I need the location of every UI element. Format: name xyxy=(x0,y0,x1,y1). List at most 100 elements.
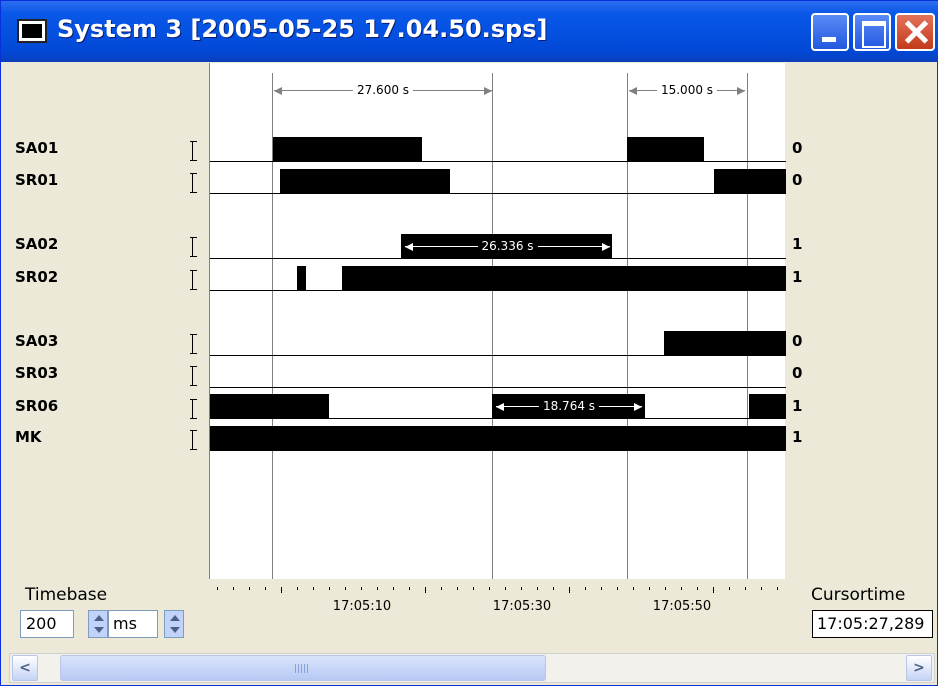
cursor-line[interactable] xyxy=(747,73,748,579)
signal-pulse xyxy=(749,394,786,418)
time-axis-tick xyxy=(745,587,746,590)
time-axis-tick xyxy=(649,587,650,590)
title-bar[interactable]: System 3 [2005-05-25 17.04.50.sps] xyxy=(1,1,938,62)
signal-label: SA03 xyxy=(15,332,59,350)
scroll-right-button[interactable]: > xyxy=(906,655,932,681)
signal-bracket xyxy=(190,366,199,386)
time-axis-tick xyxy=(681,587,682,590)
signal-label: SR02 xyxy=(15,268,59,286)
time-axis-label: 17:05:10 xyxy=(332,599,392,614)
time-axis-tick xyxy=(249,587,250,590)
time-axis-label: 17:05:50 xyxy=(652,599,712,614)
time-axis-tick xyxy=(473,587,474,590)
time-axis-tick xyxy=(457,587,458,590)
signal-pulse xyxy=(210,394,329,418)
time-axis-tick xyxy=(713,587,714,593)
signal-label: SA02 xyxy=(15,235,59,253)
time-axis-tick xyxy=(633,587,634,590)
time-axis-tick xyxy=(537,587,538,590)
time-axis: 17:05:10 17:05:30 17:05:50 xyxy=(209,579,785,619)
signal-value: 0 xyxy=(792,332,803,350)
minimize-button[interactable] xyxy=(811,13,849,51)
signal-pulse xyxy=(627,137,704,161)
signal-baseline xyxy=(210,355,786,356)
cursortime-value: 17:05:27,289 xyxy=(812,610,933,638)
time-axis-tick xyxy=(425,587,426,593)
time-axis-tick xyxy=(233,587,234,590)
time-axis-tick xyxy=(345,587,346,590)
timing-diagram[interactable]: 27.600 s 15.000 s 26.336 s 18.764 s xyxy=(209,63,786,579)
signal-baseline xyxy=(210,387,786,388)
signal-label: SA01 xyxy=(15,139,59,157)
cursortime-label: Cursortime xyxy=(811,585,906,605)
time-axis-tick xyxy=(553,587,554,590)
time-measurement: 27.600 s xyxy=(274,83,492,97)
signal-baseline xyxy=(210,418,786,419)
time-axis-tick xyxy=(441,587,442,590)
time-axis-tick xyxy=(697,587,698,590)
time-axis-tick xyxy=(361,587,362,590)
time-measurement: 26.336 s xyxy=(405,239,610,253)
time-axis-tick xyxy=(521,587,522,590)
grip-icon xyxy=(295,664,309,673)
timebase-input[interactable]: 200 xyxy=(20,610,74,638)
signal-bracket xyxy=(190,334,199,354)
time-axis-tick xyxy=(265,587,266,590)
time-axis-tick xyxy=(761,587,762,590)
signal-pulse xyxy=(342,266,786,290)
signal-value: 0 xyxy=(792,171,803,189)
time-axis-tick xyxy=(729,587,730,590)
unit-spinner[interactable] xyxy=(164,610,184,638)
close-button[interactable] xyxy=(895,13,935,51)
signal-pulse xyxy=(273,137,422,161)
maximize-button[interactable] xyxy=(853,13,891,51)
signal-bracket xyxy=(190,430,199,450)
signal-value: 1 xyxy=(792,235,803,253)
time-axis-label: 17:05:30 xyxy=(492,599,552,614)
time-measurement: 18.764 s xyxy=(496,399,642,413)
time-axis-tick xyxy=(601,587,602,590)
signal-value: 0 xyxy=(792,139,803,157)
time-axis-tick xyxy=(617,587,618,590)
scroll-thumb[interactable] xyxy=(60,655,546,681)
timebase-spinner[interactable] xyxy=(88,610,108,638)
signal-value: 1 xyxy=(792,428,803,446)
signal-pulse xyxy=(210,426,786,451)
scroll-left-button[interactable]: < xyxy=(12,655,38,681)
signal-pulse xyxy=(664,331,786,355)
signal-pulse xyxy=(297,266,306,290)
signal-value: 0 xyxy=(792,364,803,382)
signal-bracket xyxy=(190,399,199,419)
signal-pulse xyxy=(280,169,450,193)
timebase-label: Timebase xyxy=(25,585,108,605)
signal-label: SR01 xyxy=(15,171,59,189)
horizontal-scrollbar[interactable]: < > xyxy=(9,653,935,683)
time-axis-tick xyxy=(665,587,666,590)
signal-bracket xyxy=(190,270,199,290)
signal-value: 1 xyxy=(792,268,803,286)
signal-bracket xyxy=(190,173,199,193)
time-axis-tick xyxy=(489,587,490,590)
time-axis-tick xyxy=(329,587,330,590)
time-axis-tick xyxy=(377,587,378,590)
time-measurement: 15.000 s xyxy=(629,83,745,97)
signal-baseline xyxy=(210,161,786,162)
unit-select[interactable]: ms xyxy=(108,610,158,638)
time-axis-tick xyxy=(217,587,218,590)
application-window: System 3 [2005-05-25 17.04.50.sps] SA01 … xyxy=(0,0,938,686)
time-axis-tick xyxy=(281,587,282,593)
time-axis-tick xyxy=(585,587,586,590)
signal-baseline xyxy=(210,258,786,259)
signal-bracket xyxy=(190,237,199,257)
signal-label: MK xyxy=(15,428,42,446)
time-axis-tick xyxy=(313,587,314,590)
signal-pulse xyxy=(714,169,786,193)
time-axis-tick xyxy=(393,587,394,590)
cursor-line[interactable] xyxy=(492,73,493,579)
time-axis-tick xyxy=(505,587,506,590)
signal-baseline xyxy=(210,193,786,194)
signal-bracket xyxy=(190,141,199,161)
monitor-icon xyxy=(17,19,47,43)
time-axis-tick xyxy=(409,587,410,590)
signal-label: SR06 xyxy=(15,397,59,415)
